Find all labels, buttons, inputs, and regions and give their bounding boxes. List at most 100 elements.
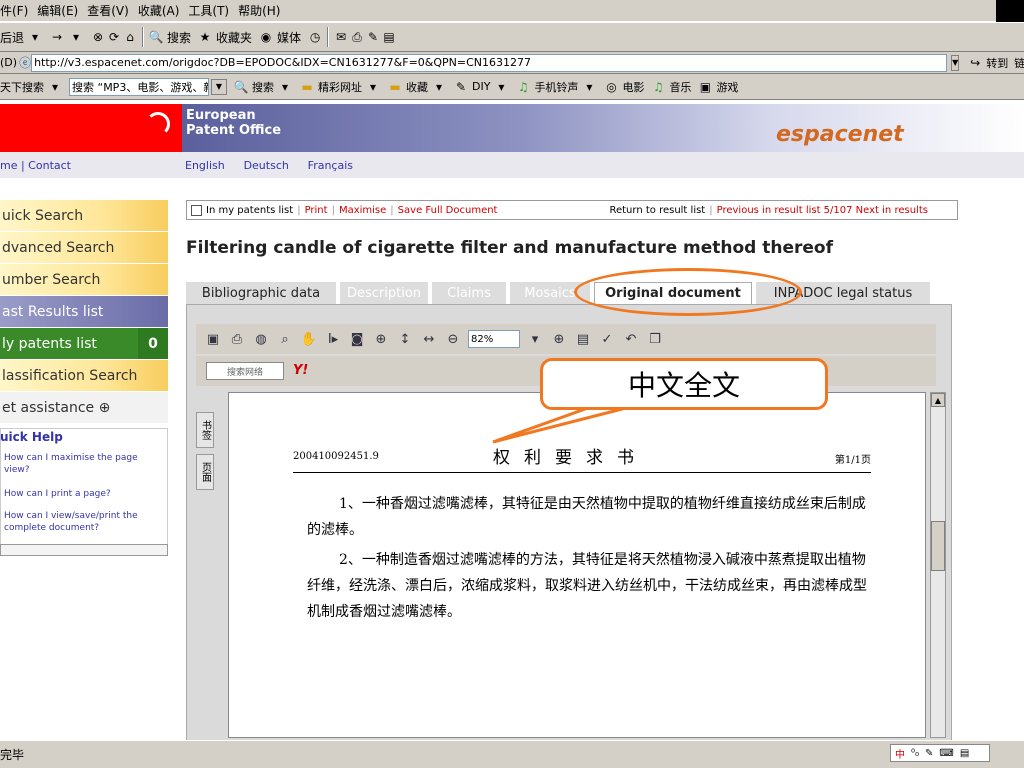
result-navigation[interactable]: Previous in result list 5/107 Next in re… [717, 205, 928, 216]
sidebar-item-number-search[interactable]: umber Search [0, 264, 168, 295]
print-icon[interactable]: ⎙ [349, 29, 365, 45]
edit-icon[interactable]: ✎ [365, 29, 381, 45]
fav-link[interactable]: ▬ 收藏 ▾ [387, 79, 453, 95]
zoom-level-input[interactable]: 82% [468, 330, 520, 348]
lang-deutsch[interactable]: Deutsch [244, 159, 289, 172]
stop-icon[interactable]: ⊗ [90, 29, 106, 45]
movie-link[interactable]: ◎ 电影 [603, 79, 650, 95]
claim-1: 1、一种香烟过滤嘴滤棒，其特征是由天然植物中提取的植物纤维直接纺成丝束后制成的滤… [307, 496, 866, 538]
highlight-oval [574, 268, 802, 316]
ime-indicator[interactable]: 中 ⁰₀ ✎ ⌨ ▤ [890, 744, 990, 762]
sidebar-item-last-results[interactable]: ast Results list [0, 296, 168, 327]
callout-text: 中文全文 [627, 369, 740, 402]
save-full-document-link[interactable]: Save Full Document [398, 205, 498, 216]
my-list-checkbox[interactable] [191, 204, 202, 216]
forward-button[interactable]: → ▾ [49, 29, 90, 45]
chevron-down-icon[interactable]: ▾ [526, 330, 544, 348]
tab-claims[interactable]: Claims [432, 282, 506, 304]
sidebar-item-my-patents[interactable]: ly patents list 0 [0, 328, 168, 359]
sidebar-item-classification-search[interactable]: lassification Search [0, 360, 168, 391]
menu-view[interactable]: 查看(V) [87, 2, 138, 19]
snapshot-icon[interactable]: ◙ [348, 330, 366, 348]
sidebar-item-get-assistance[interactable]: et assistance ⊕ [0, 392, 168, 423]
pages-side-tab[interactable]: 页面 [196, 454, 214, 490]
ime-chinese-icon: 中 [895, 749, 905, 761]
diy-link[interactable]: ✎ DIY ▾ [453, 79, 515, 95]
document-action-bar: In my patents list | Print | Maximise | … [186, 200, 958, 220]
links-label[interactable]: 链 [1014, 55, 1024, 71]
help-link-print[interactable]: How can I print a page? [4, 488, 154, 500]
return-to-result-link[interactable]: Return to result list [609, 205, 705, 216]
sidebar-item-label: et assistance ⊕ [2, 399, 111, 416]
toolbar-search-button[interactable]: 🔍 搜索 ▾ [233, 79, 299, 95]
favorites-label: 收藏夹 [216, 30, 253, 45]
music-link[interactable]: ♫ 音乐 [650, 79, 697, 95]
fit-height-icon[interactable]: ↕ [396, 330, 414, 348]
go-button[interactable]: ↪ 转到 [967, 55, 1014, 71]
page-info: 第1/1页 [834, 455, 871, 466]
scroll-right-icon[interactable] [930, 392, 946, 406]
save-icon[interactable]: ▣ [204, 330, 222, 348]
search-icon: 🔍 [233, 79, 249, 94]
document-scrollbar[interactable]: ▲ [930, 392, 946, 738]
back-button[interactable]: 后退 ▾ [0, 29, 49, 46]
media-button[interactable]: ◉ 媒体 [258, 29, 307, 46]
print-link[interactable]: Print [305, 205, 328, 216]
menu-favorites[interactable]: 收藏(A) [138, 2, 189, 19]
toolbar-search-input[interactable]: 搜索 “MP3、电影、游戏、新闻” [69, 77, 209, 96]
find-icon[interactable]: ⌕ [276, 330, 294, 348]
tab-description[interactable]: Description [340, 282, 428, 304]
copy-icon[interactable]: ❐ [646, 330, 664, 348]
separator: | [297, 204, 301, 216]
print-icon[interactable]: ⎙ [228, 330, 246, 348]
menu-file[interactable]: 件(F) [0, 2, 37, 19]
email-icon[interactable]: ◍ [252, 330, 270, 348]
address-input[interactable]: http://v3.espacenet.com/origdoc?DB=EPODO… [31, 53, 948, 72]
yahoo-icon[interactable]: Y! [293, 363, 308, 378]
text-select-icon[interactable]: I▸ [324, 330, 342, 348]
menu-help[interactable]: 帮助(H) [238, 2, 289, 19]
sidebar-item-quick-search[interactable]: uick Search [0, 200, 168, 231]
refresh-icon[interactable]: ⟳ [106, 29, 122, 45]
undo-icon[interactable]: ↶ [622, 330, 640, 348]
search-button[interactable]: 🔍 搜索 [148, 29, 197, 46]
discuss-icon[interactable]: ▤ [381, 29, 397, 45]
help-link-maximise[interactable]: How can I maximise the page view? [4, 452, 154, 476]
address-url: http://v3.espacenet.com/origdoc?DB=EPODO… [34, 56, 532, 69]
menu-edit[interactable]: 编辑(E) [37, 2, 87, 19]
game-link-label: 游戏 [716, 80, 739, 94]
fit-width-icon[interactable]: ↔ [420, 330, 438, 348]
game-link[interactable]: ▣ 游戏 [697, 79, 744, 95]
page-layout-icon[interactable]: ▤ [574, 330, 592, 348]
lang-francais[interactable]: Français [308, 159, 353, 172]
sidebar-item-advanced-search[interactable]: dvanced Search [0, 232, 168, 263]
mail-icon[interactable]: ✉ [333, 29, 349, 45]
zoom-in-plus-icon[interactable]: ⊕ [550, 330, 568, 348]
address-dropdown-icon[interactable]: ▼ [951, 54, 960, 71]
home-contact-text[interactable]: me | Contact [0, 159, 71, 172]
bookmarks-side-tab[interactable]: 书签 [196, 412, 214, 448]
help-link-view-save[interactable]: How can I view/save/print the complete d… [4, 510, 154, 534]
lang-english[interactable]: English [185, 159, 225, 172]
menu-tools[interactable]: 工具(T) [188, 2, 238, 19]
tab-bibliographic-data[interactable]: Bibliographic data [186, 282, 336, 304]
web-search-input[interactable]: 搜索网络 [206, 362, 284, 380]
zoom-out-icon[interactable]: ⊖ [444, 330, 462, 348]
ime-keyboard-icon: ⌨ [939, 747, 954, 759]
scroll-thumb[interactable] [931, 521, 945, 571]
ringtone-link[interactable]: ♫ 手机铃声 ▾ [515, 79, 603, 95]
site-link[interactable]: ▬ 精彩网址 ▾ [299, 79, 387, 95]
ime-pen-icon: ✎ [925, 747, 934, 759]
history-icon[interactable]: ◷ [307, 29, 323, 45]
spellcheck-icon[interactable]: ✓ [598, 330, 616, 348]
hand-tool-icon[interactable]: ✋ [300, 330, 318, 348]
ime-menu-icon: ▤ [959, 747, 970, 759]
media-icon: ◉ [260, 30, 272, 44]
favorites-button[interactable]: ★ 收藏夹 [197, 29, 258, 46]
dropdown-arrow-icon: ▾ [586, 79, 593, 94]
zoom-in-icon[interactable]: ⊕ [372, 330, 390, 348]
search-dropdown-icon[interactable]: ▼ [211, 78, 227, 95]
search-engine-label[interactable]: 天下搜索 ▾ [0, 79, 69, 95]
maximise-link[interactable]: Maximise [339, 205, 386, 216]
home-icon[interactable]: ⌂ [122, 29, 138, 45]
